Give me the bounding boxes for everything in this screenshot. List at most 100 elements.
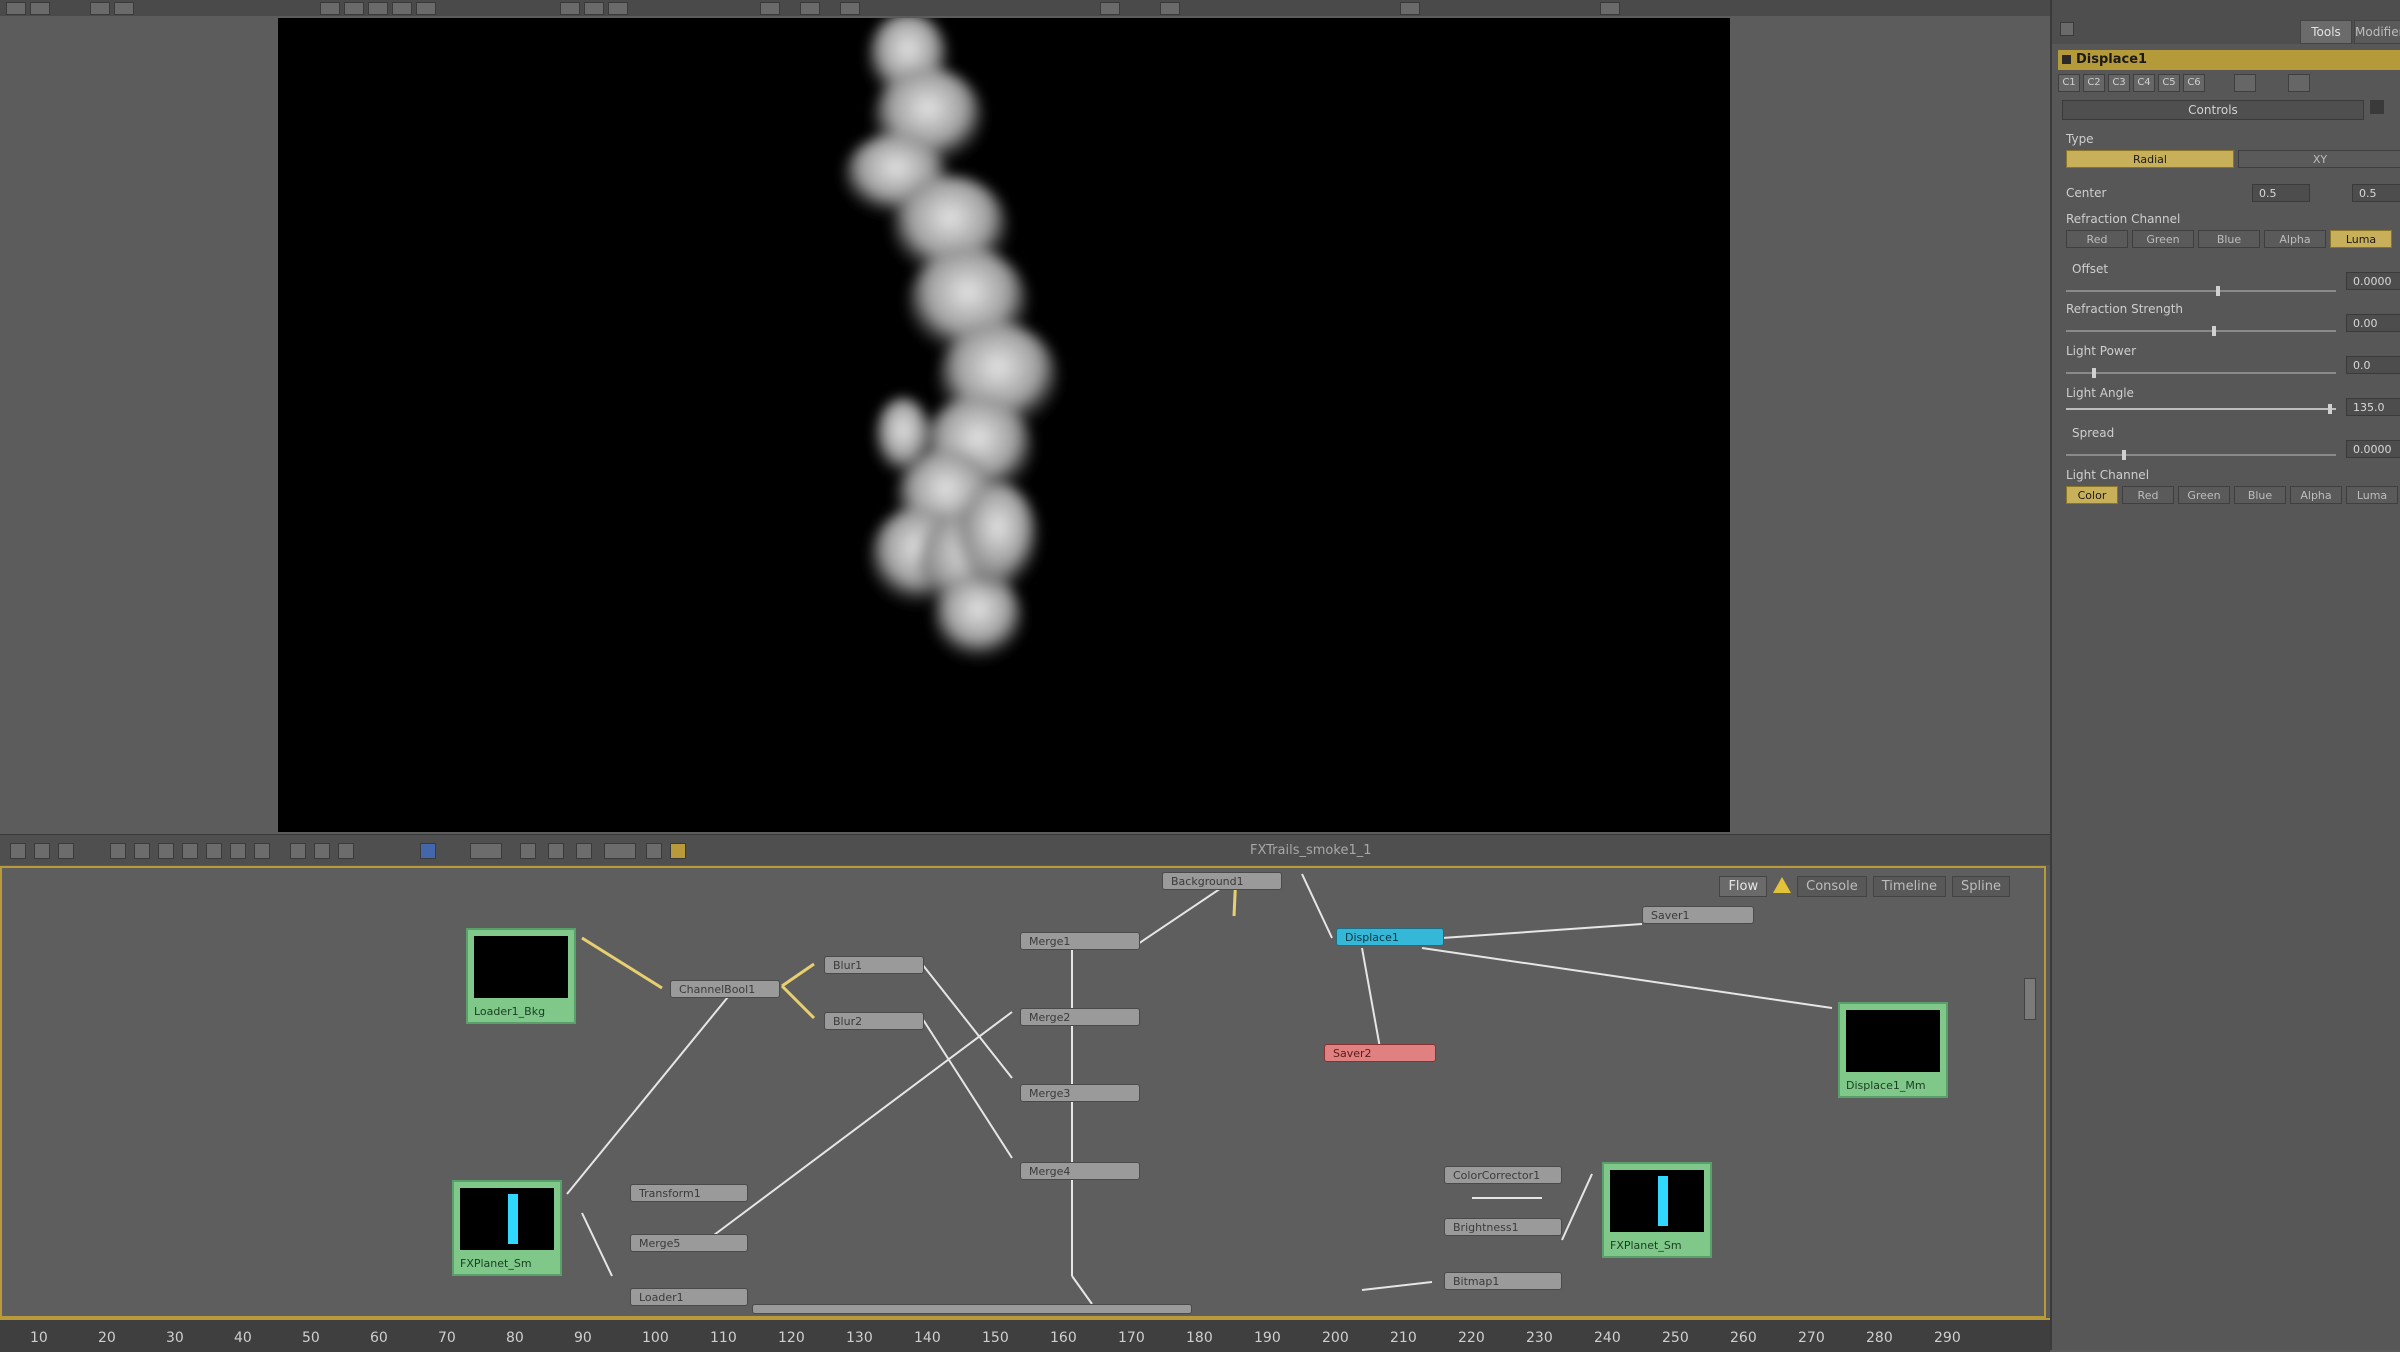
toolbar-button[interactable]	[90, 2, 110, 15]
tab-flow[interactable]: Flow	[1719, 876, 1768, 897]
square-icon[interactable]	[230, 843, 246, 859]
toolbar-button[interactable]	[560, 2, 580, 15]
output-tile[interactable]: Displace1_Mm	[1838, 1002, 1948, 1098]
tool-header[interactable]: Displace1	[2058, 50, 2400, 70]
pen-icon[interactable]	[182, 843, 198, 859]
toolbar-button[interactable]	[416, 2, 436, 15]
light-angle-slider[interactable]	[2066, 404, 2336, 414]
tab-tools[interactable]: Tools	[2300, 20, 2352, 44]
flow-panel[interactable]: Flow Console Timeline Spline Loader1_Bkg…	[0, 866, 2046, 1318]
tab-timeline[interactable]: Timeline	[1872, 876, 1947, 897]
toolbar-button[interactable]	[840, 2, 860, 15]
toolbar-button[interactable]	[368, 2, 388, 15]
type-xy-button[interactable]: XY	[2238, 150, 2400, 168]
viewer-tool-icon[interactable]	[206, 843, 222, 859]
ctrl-tab[interactable]: C2	[2083, 74, 2105, 92]
tab-spline[interactable]: Spline	[1952, 876, 2010, 897]
light-channel-color-button[interactable]: Color	[2066, 486, 2118, 504]
toolbar-button[interactable]	[320, 2, 340, 15]
light-channel-blue-button[interactable]: Blue	[2234, 486, 2286, 504]
flow-node[interactable]: Blur1	[824, 956, 924, 974]
flow-node[interactable]: Merge1	[1020, 932, 1140, 950]
light-channel-alpha-button[interactable]: Alpha	[2290, 486, 2342, 504]
light-channel-red-button[interactable]: Red	[2122, 486, 2174, 504]
toolbar-button[interactable]	[1160, 2, 1180, 15]
ctrl-tab[interactable]: C5	[2158, 74, 2180, 92]
viewer-tool-icon[interactable]	[576, 843, 592, 859]
toolbar-button[interactable]	[6, 2, 26, 15]
ctrl-tab[interactable]: C6	[2183, 74, 2205, 92]
viewer-tool-icon[interactable]	[110, 843, 126, 859]
viewer-tool-icon[interactable]	[670, 843, 686, 859]
toolbar-button[interactable]	[114, 2, 134, 15]
flow-node[interactable]: Merge5	[630, 1234, 748, 1252]
light-channel-luma-button[interactable]: Luma	[2346, 486, 2398, 504]
flow-node[interactable]: ColorCorrector1	[1444, 1166, 1562, 1184]
offset-input[interactable]: 0.0000	[2346, 272, 2400, 290]
viewer-tool-icon[interactable]	[58, 843, 74, 859]
center-x-input[interactable]: 0.5	[2252, 184, 2310, 202]
viewer-tool-icon[interactable]	[158, 843, 174, 859]
viewer-tool-icon[interactable]	[10, 843, 26, 859]
toolbar-button[interactable]	[1600, 2, 1620, 15]
flow-node[interactable]: Brightness1	[1444, 1218, 1562, 1236]
loader-tile[interactable]: Loader1_Bkg	[466, 928, 576, 1024]
toolbar-button[interactable]	[760, 2, 780, 15]
warning-icon[interactable]	[1773, 877, 1792, 893]
channel-blue-button[interactable]: Blue	[2198, 230, 2260, 248]
toolbar-button[interactable]	[1100, 2, 1120, 15]
refraction-strength-slider[interactable]	[2066, 326, 2336, 336]
channel-alpha-button[interactable]: Alpha	[2264, 230, 2326, 248]
color-channel-icon[interactable]	[420, 843, 436, 859]
timeline-ruler[interactable]: 10 20 30 40 50 60 70 80 90 100 110 120 130 140 150 160 1…	[0, 1318, 2050, 1352]
tab-modifiers[interactable]: Modifiers	[2354, 20, 2400, 44]
spread-input[interactable]: 0.0000	[2346, 440, 2400, 458]
type-radial-button[interactable]: Radial	[2066, 150, 2234, 168]
toolbar-button[interactable]	[30, 2, 50, 15]
flow-node[interactable]: Background1	[1162, 872, 1282, 890]
viewer-canvas[interactable]	[278, 18, 1730, 832]
toolbar-button[interactable]	[800, 2, 820, 15]
pin-icon[interactable]	[2060, 22, 2074, 36]
flow-node[interactable]: Saver1	[1642, 906, 1754, 924]
light-channel-green-button[interactable]: Green	[2178, 486, 2230, 504]
controls-section[interactable]: Controls	[2062, 100, 2364, 120]
collapse-icon[interactable]	[2062, 55, 2071, 64]
spread-slider[interactable]	[2066, 450, 2336, 460]
ctrl-tab[interactable]: C1	[2058, 74, 2080, 92]
channel-luma-button[interactable]: Luma	[2330, 230, 2392, 248]
flow-node[interactable]: Loader1	[630, 1288, 748, 1306]
ctrl-tab[interactable]: C3	[2108, 74, 2130, 92]
save-icon[interactable]	[2288, 74, 2310, 92]
zoom-dropdown[interactable]	[470, 843, 502, 859]
light-angle-input[interactable]: 135.0	[2346, 398, 2400, 416]
viewer-tool-icon[interactable]	[34, 843, 50, 859]
toolbar-button[interactable]	[584, 2, 604, 15]
flow-node[interactable]: Merge3	[1020, 1084, 1140, 1102]
flow-node[interactable]: Merge4	[1020, 1162, 1140, 1180]
hand-icon[interactable]	[520, 843, 536, 859]
viewer-tool-icon[interactable]	[290, 843, 306, 859]
toolbar-button[interactable]	[608, 2, 628, 15]
refraction-strength-input[interactable]: 0.00	[2346, 314, 2400, 332]
viewer-tool-icon[interactable]	[134, 843, 150, 859]
flow-node[interactable]: Transform1	[630, 1184, 748, 1202]
saver-node[interactable]: Saver2	[1324, 1044, 1436, 1062]
loader-tile[interactable]: FXPlanet_Sm	[452, 1180, 562, 1276]
viewer-tool-icon[interactable]	[646, 843, 662, 859]
viewer-tool-icon[interactable]	[604, 843, 636, 859]
selected-node[interactable]: Displace1	[1336, 928, 1444, 946]
toolbar-button[interactable]	[392, 2, 412, 15]
viewer-tool-icon[interactable]	[548, 843, 564, 859]
light-power-input[interactable]: 0.0	[2346, 356, 2400, 374]
tab-console[interactable]: Console	[1797, 876, 1867, 897]
light-power-slider[interactable]	[2066, 368, 2336, 378]
center-y-input[interactable]: 0.5	[2352, 184, 2400, 202]
flow-node[interactable]: Merge2	[1020, 1008, 1140, 1026]
channel-green-button[interactable]: Green	[2132, 230, 2194, 248]
viewer-tool-icon[interactable]	[314, 843, 330, 859]
flow-node[interactable]: ChannelBool1	[670, 980, 780, 998]
loader-tile[interactable]: FXPlanet_Sm	[1602, 1162, 1712, 1258]
reset-icon[interactable]	[2370, 100, 2384, 114]
circle-icon[interactable]	[254, 843, 270, 859]
